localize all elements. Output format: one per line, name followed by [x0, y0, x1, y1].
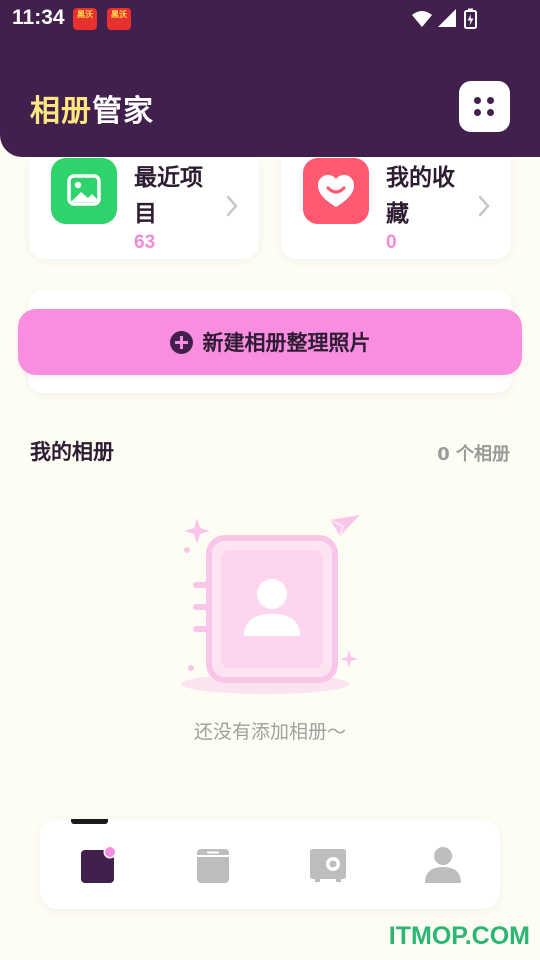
recent-items-count: 63 — [134, 232, 156, 253]
recent-items-card[interactable]: 最近项目 63 — [29, 158, 259, 259]
cell-signal-icon — [438, 9, 456, 27]
new-album-button[interactable]: 新建相册整理照片 — [18, 309, 522, 375]
favorites-label: 我的收藏 — [386, 165, 455, 227]
person-icon — [424, 847, 461, 883]
new-album-label: 新建相册整理照片 — [202, 331, 371, 355]
nav-item-profile[interactable] — [385, 819, 500, 909]
bottom-nav — [40, 819, 500, 909]
app-title: 相册管家 — [30, 94, 154, 129]
chevron-right-icon — [478, 195, 490, 217]
albums-section-title: 我的相册 — [30, 440, 114, 464]
status-time: 11:34 — [12, 6, 65, 29]
status-bar: 11:34 黑沃 黑沃 — [0, 0, 540, 38]
album-home-icon — [80, 845, 116, 883]
albums-count: 0 个相册 — [437, 444, 510, 465]
plus-circle-icon — [169, 330, 193, 354]
app-header: 11:34 黑沃 黑沃 相册管家 — [0, 0, 540, 157]
box-icon — [196, 849, 229, 883]
battery-charging-icon — [464, 8, 477, 29]
system-icons — [410, 8, 500, 34]
nav-active-indicator — [71, 819, 108, 824]
notification-app-icon: 黑沃 — [107, 8, 131, 30]
nav-item-archive[interactable] — [155, 819, 270, 909]
heart-smile-icon — [303, 158, 369, 224]
safe-icon — [309, 849, 346, 882]
favorites-count: 0 — [386, 232, 397, 253]
empty-albums-text: 还没有添加相册～ — [193, 721, 346, 743]
menu-button[interactable] — [459, 81, 510, 132]
empty-album-illustration — [175, 510, 365, 700]
image-icon — [51, 158, 117, 224]
recent-items-label: 最近项目 — [134, 165, 203, 227]
nav-item-home[interactable] — [40, 819, 155, 909]
nav-item-safe[interactable] — [270, 819, 385, 909]
chevron-right-icon — [226, 195, 238, 217]
wifi-icon — [412, 11, 432, 27]
favorites-card[interactable]: 我的收藏 0 — [281, 158, 511, 259]
watermark: ITMOP.COM — [388, 922, 530, 950]
notification-app-icon: 黑沃 — [73, 8, 97, 30]
